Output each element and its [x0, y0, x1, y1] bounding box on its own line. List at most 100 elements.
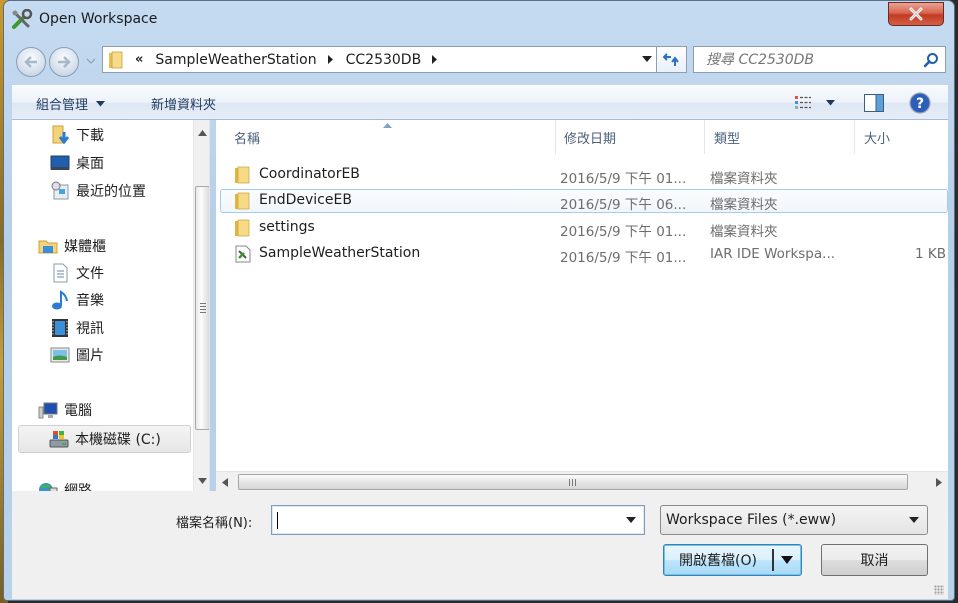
recent-pages-dropdown[interactable] [86, 57, 96, 65]
file-row[interactable]: EndDeviceEB 2016/5/9 下午 06... 檔案資料夾 [220, 189, 948, 213]
search-input[interactable] [694, 51, 923, 68]
breadcrumb-overflow[interactable]: « [135, 52, 143, 67]
file-name: EndDeviceEB [259, 192, 352, 208]
videos-icon [52, 319, 68, 337]
scroll-up-arrow-icon[interactable] [198, 130, 207, 136]
view-options-icon [795, 96, 811, 109]
sidebar-item-desktop[interactable]: 桌面 [50, 151, 104, 175]
preview-pane-icon[interactable] [864, 94, 884, 112]
breadcrumb-arrow-icon[interactable] [327, 55, 334, 64]
open-options-dropdown-icon[interactable] [781, 556, 793, 564]
sidebar-item-music[interactable]: 音樂 [50, 288, 104, 312]
column-header-date-modified[interactable]: 修改日期 [555, 120, 705, 154]
sort-ascending-icon [383, 123, 392, 128]
file-row[interactable]: settings 2016/5/9 下午 01... 檔案資料夾 [220, 216, 948, 240]
file-type: 檔案資料夾 [710, 197, 778, 213]
organize-menu-button[interactable]: 組合管理 [36, 94, 106, 113]
scroll-right-arrow-icon[interactable] [936, 478, 942, 487]
new-folder-button[interactable]: 新增資料夾 [151, 94, 216, 113]
sidebar-item-libraries[interactable]: 媒體櫃 [38, 234, 106, 258]
open-button[interactable]: 開啟舊檔(O) [663, 544, 802, 576]
back-button[interactable] [16, 47, 46, 77]
chevron-down-icon [826, 100, 835, 106]
filename-combobox[interactable] [271, 505, 645, 535]
column-header-size[interactable]: 大小 [855, 120, 948, 154]
folder-icon [235, 166, 250, 184]
close-icon [909, 7, 923, 21]
file-type-filter-value: Workspace Files (*.eww) [666, 512, 837, 528]
organize-label: 組合管理 [36, 98, 89, 113]
file-date: 2016/5/9 下午 01... [560, 224, 687, 240]
forward-button[interactable] [49, 47, 79, 77]
open-workspace-dialog: Open Workspace « SampleWeatherStation CC… [3, 0, 955, 601]
address-history-dropdown-icon[interactable] [642, 56, 652, 63]
open-button-label: 開啟舊檔(O) [679, 553, 757, 569]
sidebar-item-recent-places[interactable]: 最近的位置 [50, 179, 146, 203]
resize-grip-icon[interactable] [934, 585, 944, 595]
file-size: 1 KB [915, 246, 946, 262]
title-bar: Open Workspace [4, 1, 954, 39]
sidebar-item-pictures[interactable]: 圖片 [50, 343, 104, 367]
libraries-icon [38, 240, 58, 254]
cancel-button-label: 取消 [860, 553, 889, 569]
forward-arrow-icon [58, 56, 71, 68]
filename-input[interactable] [272, 512, 626, 528]
help-icon[interactable]: ? [909, 92, 931, 114]
navigation-pane: 下載 桌面 最近的位置 媒體櫃 文件 音樂 視訊 圖片 電腦 本機磁碟 (C:)… [12, 120, 210, 491]
window-title: Open Workspace [39, 11, 158, 27]
scroll-down-arrow-icon[interactable] [198, 478, 207, 484]
sidebar-item-local-disk[interactable]: 本機磁碟 (C:) [18, 425, 191, 453]
file-type: 檔案資料夾 [710, 171, 778, 187]
search-box[interactable] [693, 46, 946, 73]
recent-places-icon [51, 181, 69, 200]
computer-icon [38, 402, 58, 419]
search-icon[interactable] [923, 52, 939, 68]
sidebar-item-downloads[interactable]: 下載 [50, 123, 104, 147]
folder-icon [235, 192, 250, 210]
file-type-filter-select[interactable]: Workspace Files (*.eww) [660, 505, 928, 535]
scroll-grip-icon [569, 479, 578, 486]
file-type: IAR IDE Workspa... [710, 246, 836, 262]
app-tools-icon [12, 9, 33, 29]
back-arrow-icon [24, 56, 37, 68]
network-icon [39, 483, 58, 491]
column-header-type[interactable]: 類型 [705, 120, 855, 154]
file-name: CoordinatorEB [259, 166, 360, 182]
split-separator [772, 549, 774, 571]
sidebar-item-network[interactable]: 網路 [38, 478, 92, 491]
svg-text:?: ? [916, 96, 924, 112]
folder-icon [235, 219, 250, 237]
chevron-down-icon [909, 517, 919, 523]
cancel-button[interactable]: 取消 [821, 544, 928, 576]
local-disk-icon [49, 431, 69, 448]
scrollbar-thumb[interactable] [238, 474, 908, 490]
refresh-button[interactable] [656, 46, 687, 73]
change-view-button[interactable] [794, 95, 835, 111]
address-bar[interactable]: « SampleWeatherStation CC2530DB [102, 46, 656, 73]
sidebar-item-documents[interactable]: 文件 [50, 261, 104, 285]
command-bar: 組合管理 新增資料夾 ? [12, 85, 948, 120]
scroll-left-arrow-icon[interactable] [222, 478, 228, 487]
file-name: settings [259, 219, 315, 235]
scrollbar-thumb[interactable] [195, 186, 209, 430]
chevron-down-icon[interactable] [626, 517, 636, 523]
breadcrumb-item[interactable]: SampleWeatherStation [155, 52, 316, 68]
music-icon [52, 290, 68, 310]
folder-icon [109, 51, 123, 68]
file-date: 2016/5/9 下午 01... [560, 250, 687, 266]
file-row[interactable]: SampleWeatherStation 2016/5/9 下午 01... I… [220, 242, 948, 266]
sidebar-item-computer[interactable]: 電腦 [38, 398, 92, 422]
file-name: SampleWeatherStation [259, 245, 421, 261]
scroll-grip-icon [200, 303, 206, 313]
file-list-horizontal-scrollbar[interactable] [216, 471, 948, 491]
file-type: 檔案資料夾 [710, 224, 778, 240]
pictures-icon [50, 347, 70, 363]
navigation-pane-scrollbar[interactable] [193, 120, 209, 491]
close-button[interactable] [888, 2, 944, 26]
file-row[interactable]: CoordinatorEB 2016/5/9 下午 01... 檔案資料夾 [220, 163, 948, 187]
breadcrumb-item[interactable]: CC2530DB [346, 52, 422, 68]
sidebar-item-videos[interactable]: 視訊 [50, 316, 104, 340]
refresh-icon [662, 52, 679, 66]
breadcrumb-arrow-icon[interactable] [431, 55, 438, 64]
desktop-icon [50, 155, 70, 170]
